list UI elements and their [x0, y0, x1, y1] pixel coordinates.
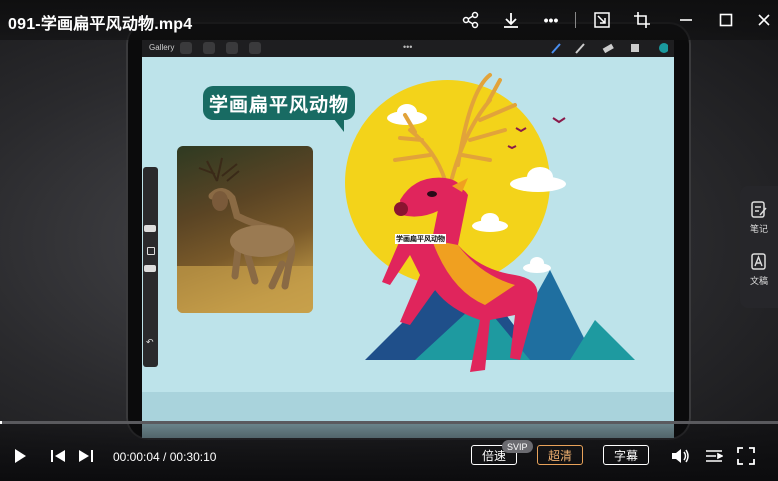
playlist-icon[interactable] — [703, 445, 725, 467]
brush-icon — [551, 43, 561, 54]
download-icon[interactable] — [500, 9, 522, 31]
side-panel: 笔记 文稿 — [740, 186, 778, 308]
selection-icon — [226, 42, 238, 54]
pip-icon[interactable] — [591, 9, 613, 31]
reference-photo-deer — [177, 146, 313, 313]
document-icon — [751, 253, 766, 270]
current-time: 00:00:04 — [113, 450, 160, 464]
flat-deer-illustration — [365, 73, 635, 372]
previous-icon[interactable] — [47, 445, 69, 467]
quality-button[interactable]: 超清 — [537, 445, 583, 465]
more-icon[interactable]: ••• — [540, 9, 562, 31]
notes-button[interactable]: 笔记 — [740, 200, 778, 235]
wrench-icon — [180, 42, 192, 54]
magic-wand-icon — [203, 42, 215, 54]
video-title: 091-学画扁平风动物.mp4 — [8, 16, 193, 33]
close-icon[interactable] — [753, 9, 775, 31]
document-label: 文稿 — [749, 276, 768, 286]
subtitle-button[interactable]: 字幕 — [603, 445, 649, 465]
layers-icon — [631, 44, 639, 52]
minimize-icon[interactable] — [675, 9, 697, 31]
document-button[interactable]: 文稿 — [740, 252, 778, 287]
time-separator: / — [159, 450, 170, 464]
app-more-icon: ••• — [403, 42, 413, 52]
volume-icon[interactable] — [669, 445, 691, 467]
time-display: 00:00:04 / 00:30:10 — [113, 450, 216, 464]
deer-text-label: 学画扁平风动物 — [395, 234, 446, 244]
fullscreen-icon[interactable] — [735, 445, 757, 467]
progress-fill — [0, 421, 2, 424]
notes-label: 笔记 — [749, 224, 768, 234]
maximize-icon[interactable] — [715, 9, 737, 31]
topbar-divider — [575, 12, 576, 28]
smudge-icon — [575, 43, 585, 54]
duration: 00:30:10 — [169, 450, 217, 464]
transform-icon — [249, 42, 261, 54]
brush-size-sidebar: ↶ — [143, 167, 158, 367]
share-icon[interactable] — [460, 9, 482, 31]
svip-badge: SVIP — [502, 440, 533, 453]
next-icon[interactable] — [75, 445, 97, 467]
gallery-label: Gallery — [149, 43, 175, 52]
color-swatch-icon — [659, 43, 668, 53]
drawing-tools — [551, 43, 668, 54]
note-icon — [751, 201, 767, 218]
video-stage[interactable]: Gallery ••• ↶ 学画扁平风动物 学画扁平风动物 091-学画扁平风动… — [0, 0, 778, 481]
play-icon[interactable] — [9, 445, 31, 467]
eraser-icon — [602, 43, 614, 54]
progress-bar[interactable] — [0, 421, 778, 424]
crop-icon[interactable] — [631, 9, 653, 31]
